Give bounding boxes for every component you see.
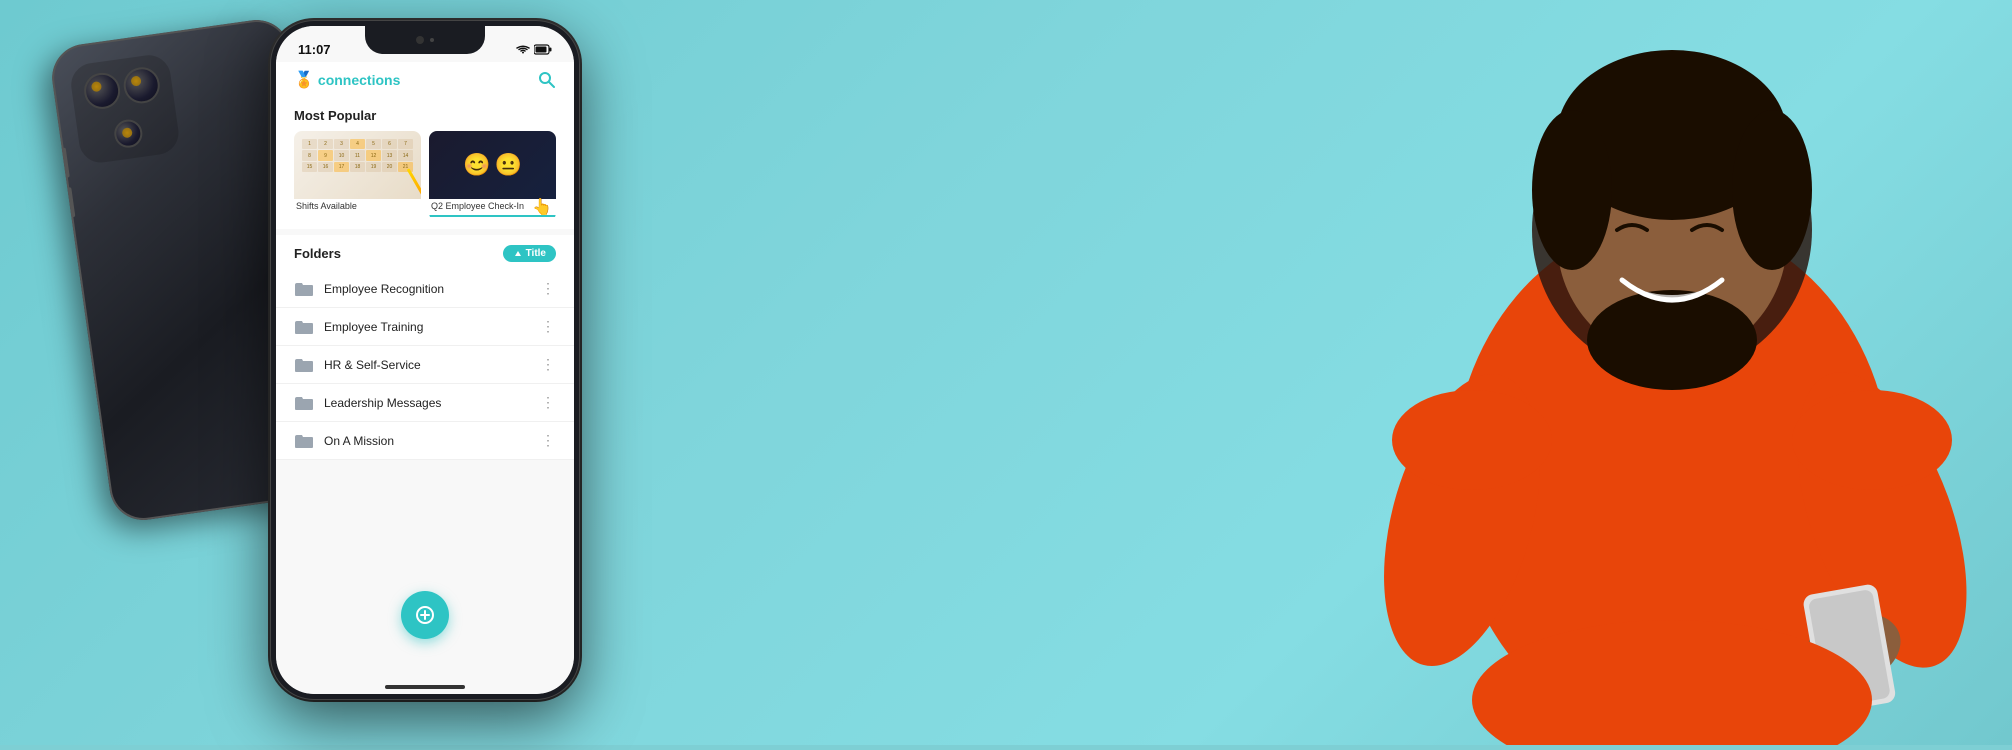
folder-icon-training	[294, 319, 314, 335]
card-image-emoji: 😊 😐 👆	[429, 131, 556, 199]
cal-17: 17	[334, 162, 349, 172]
cal-13: 13	[382, 150, 397, 160]
sort-label: Title	[526, 248, 546, 259]
most-popular-section: Most Popular 1 2 3 4 5	[276, 98, 574, 229]
cal-10: 10	[334, 150, 349, 160]
folder-name-mission: On A Mission	[324, 434, 531, 448]
camera-lens-3	[113, 118, 145, 150]
status-time: 11:07	[298, 42, 331, 57]
card-shifts-label: Shifts Available	[294, 199, 421, 214]
cal-11: 11	[350, 150, 365, 160]
most-popular-title: Most Popular	[294, 108, 556, 123]
home-indicator	[385, 685, 465, 689]
cal-8: 8	[302, 150, 317, 160]
hand-pointer-icon: 👆	[532, 197, 552, 199]
app-header: 🏅 connections	[276, 62, 574, 98]
folders-section: Folders Title Employee Rec	[276, 235, 574, 460]
cal-7: 7	[398, 139, 413, 149]
folder-icon-hr	[294, 357, 314, 373]
cal-15: 15	[302, 162, 317, 172]
cal-6: 6	[382, 139, 397, 149]
cal-20: 20	[382, 162, 397, 172]
cal-9: 9	[318, 150, 333, 160]
wifi-icon	[516, 44, 530, 55]
folder-name-recognition: Employee Recognition	[324, 282, 531, 296]
folder-item-on-a-mission[interactable]: On A Mission ⋮	[276, 422, 574, 460]
folder-icon-leadership	[294, 395, 314, 411]
folder-name-leadership: Leadership Messages	[324, 396, 531, 410]
folder-dots-mission[interactable]: ⋮	[541, 432, 556, 449]
card-shifts[interactable]: 1 2 3 4 5 6 7 8 9 10	[294, 131, 421, 221]
logo-emoji-icon: 🏅	[294, 70, 314, 90]
fab-icon	[415, 605, 435, 625]
camera-lens-2	[121, 65, 162, 106]
search-icon[interactable]	[538, 71, 556, 89]
folder-item-employee-recognition[interactable]: Employee Recognition ⋮	[276, 270, 574, 308]
sort-up-icon	[513, 249, 523, 259]
folder-name-hr: HR & Self-Service	[324, 358, 531, 372]
phone-screen: 11:07	[276, 26, 574, 694]
phones-area: 11:07	[60, 0, 760, 745]
app-name-text: connections	[318, 72, 400, 88]
phone-notch	[365, 26, 485, 54]
cal-19: 19	[366, 162, 381, 172]
front-camera	[416, 36, 424, 44]
cal-14: 14	[398, 150, 413, 160]
camera-lens-1	[82, 71, 123, 112]
calendar-grid: 1 2 3 4 5 6 7 8 9 10	[302, 139, 413, 195]
cal-12: 12	[366, 150, 381, 160]
person-figure	[1072, 0, 2012, 745]
app-logo: 🏅 connections	[294, 70, 400, 90]
cal-1: 1	[302, 139, 317, 149]
phone-front: 11:07	[270, 20, 580, 700]
emoji-happy-icon: 😊	[463, 152, 490, 178]
status-icons	[516, 44, 552, 55]
cal-18: 18	[350, 162, 365, 172]
folder-item-hr-self-service[interactable]: HR & Self-Service ⋮	[276, 346, 574, 384]
camera-module	[68, 52, 181, 165]
fab-button[interactable]	[401, 591, 449, 639]
folder-item-leadership-messages[interactable]: Leadership Messages ⋮	[276, 384, 574, 422]
title-sort-button[interactable]: Title	[503, 245, 556, 262]
folder-icon-mission	[294, 433, 314, 449]
folder-item-employee-training[interactable]: Employee Training ⋮	[276, 308, 574, 346]
folder-dots-recognition[interactable]: ⋮	[541, 280, 556, 297]
phone-screen-container: 11:07	[276, 26, 574, 694]
speaker	[430, 38, 434, 42]
folder-dots-training[interactable]: ⋮	[541, 318, 556, 335]
volume-btn-1	[62, 148, 70, 178]
cal-4: 4	[350, 139, 365, 149]
card-image-calendar: 1 2 3 4 5 6 7 8 9 10	[294, 131, 421, 199]
folder-dots-leadership[interactable]: ⋮	[541, 394, 556, 411]
cal-2: 2	[318, 139, 333, 149]
folders-title: Folders	[294, 246, 341, 261]
battery-icon	[534, 44, 552, 55]
folder-icon-recognition	[294, 281, 314, 297]
cal-3: 3	[334, 139, 349, 149]
card-checkin[interactable]: 😊 😐 👆 Q2 Employee Check-In	[429, 131, 556, 221]
folder-name-training: Employee Training	[324, 320, 531, 334]
folders-header: Folders Title	[276, 235, 574, 270]
emoji-neutral-icon: 😐	[495, 152, 522, 178]
folder-dots-hr[interactable]: ⋮	[541, 356, 556, 373]
cal-5: 5	[366, 139, 381, 149]
cards-row: 1 2 3 4 5 6 7 8 9 10	[294, 131, 556, 221]
volume-btn-2	[67, 187, 75, 217]
cal-16: 16	[318, 162, 333, 172]
